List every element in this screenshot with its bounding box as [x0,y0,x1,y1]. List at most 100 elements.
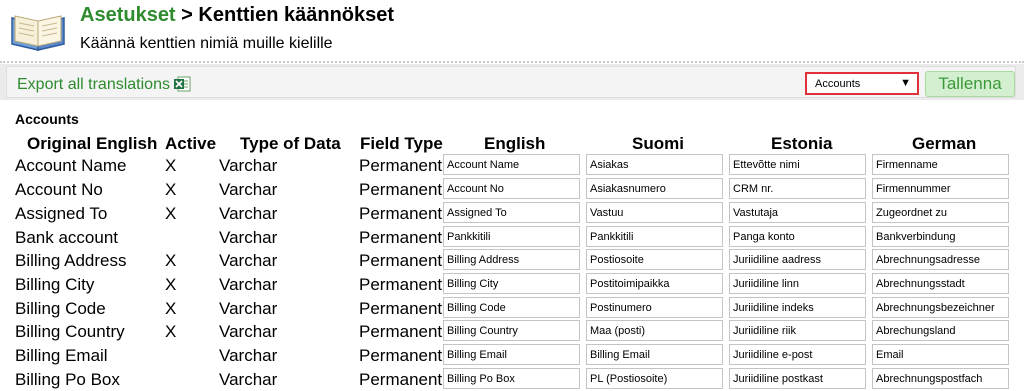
english-translation-input[interactable]: Billing Email [443,344,580,365]
export-all-link[interactable]: Export all translations [17,76,170,94]
page-title: Kenttien käännökset [198,4,395,26]
suomi-translation-input[interactable]: PL (Postiosoite) [586,368,723,389]
english-translation-input[interactable]: Billing Code [443,297,580,318]
module-select-value: Accounts [815,78,861,90]
suomi-translation-input[interactable]: Postinumero [586,297,723,318]
table-row: Billing Email Varchar Permanent Billing Ema… [0,343,1024,367]
suomi-translation-input[interactable]: Asiakas [586,154,723,175]
english-translation-input[interactable]: Assigned To [443,202,580,223]
field-type-cell: Permanent [359,204,443,223]
german-translation-input[interactable]: Zugeordnet zu [872,202,1009,223]
type-of-data-cell: Varchar [219,299,278,318]
estonia-translation-input[interactable]: Ettevõtte nimi [729,154,866,175]
estonia-translation-input[interactable]: Juriidiline riik [729,320,866,341]
suomi-translation-input[interactable]: Postitoimipaikka [586,273,723,294]
excel-icon[interactable] [173,75,191,93]
column-header-type-of-data: Type of Data [240,134,341,153]
active-cell: X [165,299,177,318]
column-header-german: German [912,134,977,153]
page-subtitle: Käännä kenttien nimiä muille kielille [80,35,333,52]
original-english-cell: Account Name [15,156,127,175]
module-select[interactable]: Accounts ▼ [805,72,919,95]
german-translation-input[interactable]: Email [872,344,1009,365]
german-translation-input[interactable]: Abrechnungspostfach [872,368,1009,389]
open-book-icon [8,4,68,56]
german-translation-input[interactable]: Firmennummer [872,178,1009,199]
field-type-cell: Permanent [359,156,443,175]
estonia-translation-input[interactable]: Panga konto [729,226,866,247]
column-header-original-english: Original English [27,134,158,153]
german-translation-input[interactable]: Abrechnungsbezeichner [872,297,1009,318]
english-translation-input[interactable]: Billing City [443,273,580,294]
suomi-translation-input[interactable]: Asiakasnumero [586,178,723,199]
active-cell: X [165,251,177,270]
field-type-cell: Permanent [359,299,443,318]
estonia-translation-input[interactable]: Juriidiline indeks [729,297,866,318]
field-type-cell: Permanent [359,346,443,365]
breadcrumb: Asetukset > Kenttien käännökset [80,4,394,27]
german-translation-input[interactable]: Abrechnungsadresse [872,249,1009,270]
original-english-cell: Bank account [15,228,119,247]
field-type-cell: Permanent [359,370,443,389]
estonia-translation-input[interactable]: Juriidiline postkast [729,368,866,389]
table-row: Bank account Varchar Permanent Pankkitili Pa… [0,225,1024,249]
toolbar-panel: Export all translations Accounts ▼ Talle… [6,66,1016,98]
type-of-data-cell: Varchar [219,228,278,247]
type-of-data-cell: Varchar [219,156,278,175]
field-type-cell: Permanent [359,228,443,247]
suomi-translation-input[interactable]: Maa (posti) [586,320,723,341]
active-cell: X [165,156,177,175]
table-row: Billing City X Varchar Permanent Billing Cit… [0,272,1024,296]
column-header-field-type: Field Type [360,134,443,153]
german-translation-input[interactable]: Abrechungsland [872,320,1009,341]
original-english-cell: Billing Address [15,251,127,270]
breadcrumb-separator: > [181,4,193,26]
suomi-translation-input[interactable]: Billing Email [586,344,723,365]
column-header-active: Active [165,134,217,153]
field-type-cell: Permanent [359,180,443,199]
column-header-estonia: Estonia [771,134,833,153]
original-english-cell: Account No [15,180,103,199]
estonia-translation-input[interactable]: Juriidiline linn [729,273,866,294]
suomi-translation-input[interactable]: Vastuu [586,202,723,223]
type-of-data-cell: Varchar [219,370,278,389]
estonia-translation-input[interactable]: Vastutaja [729,202,866,223]
table-row: Billing Po Box Varchar Permanent Billing Po… [0,367,1024,391]
toolbar: Export all translations Accounts ▼ Talle… [0,64,1024,100]
german-translation-input[interactable]: Firmenname [872,154,1009,175]
estonia-translation-input[interactable]: Juriidiline aadress [729,249,866,270]
table-row: Account Name X Varchar Permanent Account Nam… [0,153,1024,177]
type-of-data-cell: Varchar [219,275,278,294]
german-translation-input[interactable]: Bankverbindung [872,226,1009,247]
header-divider [0,61,1024,63]
table-row: Assigned To X Varchar Permanent Assigned To V… [0,201,1024,225]
original-english-cell: Billing Country [15,322,125,341]
english-translation-input[interactable]: Pankkitili [443,226,580,247]
english-translation-input[interactable]: Account Name [443,154,580,175]
active-cell: X [165,322,177,341]
type-of-data-cell: Varchar [219,204,278,223]
breadcrumb-link-settings[interactable]: Asetukset [80,4,176,26]
estonia-translation-input[interactable]: CRM nr. [729,178,866,199]
field-type-cell: Permanent [359,275,443,294]
type-of-data-cell: Varchar [219,180,278,199]
german-translation-input[interactable]: Abrechnungsstadt [872,273,1009,294]
english-translation-input[interactable]: Account No [443,178,580,199]
english-translation-input[interactable]: Billing Po Box [443,368,580,389]
field-type-cell: Permanent [359,322,443,341]
save-button[interactable]: Tallenna [925,71,1015,97]
english-translation-input[interactable]: Billing Address [443,249,580,270]
table-row: Billing Country X Varchar Permanent Billing … [0,319,1024,343]
section-title: Accounts [15,111,79,127]
original-english-cell: Billing Code [15,299,106,318]
suomi-translation-input[interactable]: Pankkitili [586,226,723,247]
active-cell: X [165,275,177,294]
original-english-cell: Billing Email [15,346,108,365]
active-cell: X [165,204,177,223]
suomi-translation-input[interactable]: Postiosoite [586,249,723,270]
active-cell: X [165,180,177,199]
table-row: Billing Code X Varchar Permanent Billing Cod… [0,296,1024,320]
english-translation-input[interactable]: Billing Country [443,320,580,341]
table-row: Account No X Varchar Permanent Account No Asi… [0,177,1024,201]
estonia-translation-input[interactable]: Juriidiline e-post [729,344,866,365]
